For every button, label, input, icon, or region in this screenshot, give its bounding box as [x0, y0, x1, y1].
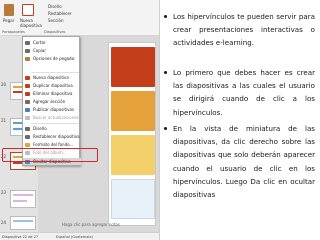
menu-item-check-updates: Buscar actualizaciones — [23, 114, 81, 121]
bullet-paragraph: Los hipervínculos te pueden servir para … — [164, 10, 315, 50]
context-menu: Cortar Copiar Opciones de pegado: Nueva … — [22, 36, 81, 166]
new-slide-icon — [25, 75, 30, 80]
background-icon — [25, 142, 30, 147]
slide-image — [111, 135, 155, 175]
menu-item-label: Cortar — [33, 40, 46, 45]
publish-icon — [25, 107, 30, 112]
delete-icon — [25, 91, 30, 96]
menu-item-layout[interactable]: Diseño — [23, 125, 81, 132]
scissors-icon — [25, 40, 30, 45]
thumbnail-slide[interactable] — [10, 216, 36, 230]
menu-item-label: Buscar actualizaciones — [33, 115, 79, 120]
new-slide-button[interactable]: Nueva diapositiva — [20, 18, 42, 28]
menu-item-add-section[interactable]: Agregar sección — [23, 98, 81, 105]
copy-icon — [25, 48, 30, 53]
menu-item-label: Eliminar diapositiva — [33, 91, 73, 96]
bullet-paragraph: En la vista de miniatura de las diaposit… — [164, 122, 315, 201]
bullet-paragraph: Lo primero que debes hacer es crear las … — [164, 66, 315, 119]
clipboard-icon — [25, 56, 30, 61]
bullet-dot — [164, 71, 167, 74]
duplicate-icon — [25, 83, 30, 88]
bullet-dot — [164, 127, 167, 130]
ribbon: Pegar Nueva diapositiva Diseño Restablec… — [0, 0, 159, 36]
menu-item-label: Diseño — [33, 126, 47, 131]
thumbnail-number: 20 — [1, 82, 7, 87]
thumbnail-number: 24 — [1, 220, 7, 225]
reset-icon — [25, 134, 30, 139]
new-slide-icon[interactable] — [22, 4, 34, 16]
menu-item-label: Formato del fondo... — [33, 142, 74, 147]
slide-canvas[interactable] — [108, 42, 156, 226]
menu-item-new-slide[interactable]: Nueva diapositiva — [23, 74, 81, 81]
status-bar: Diapositiva 22 de 27 Español (Guatemala) — [0, 232, 159, 240]
bullet-dot — [164, 15, 167, 18]
language-status: Español (Guatemala) — [56, 235, 93, 239]
section-button[interactable]: Sección — [48, 18, 64, 23]
menu-item-reset-slide[interactable]: Restablecer diapositiva — [23, 133, 81, 140]
menu-item-label: Publicar diapositivas — [33, 107, 75, 112]
menu-item-label: Nueva diapositiva — [33, 75, 69, 80]
thumbnail-number: 21 — [1, 118, 7, 123]
bullet-text: En la vista de miniatura de las diaposit… — [173, 124, 315, 200]
menu-item-format-background[interactable]: Formato del fondo... — [23, 141, 81, 148]
menu-item-delete-slide[interactable]: Eliminar diapositiva — [23, 90, 81, 97]
menu-separator — [31, 123, 79, 124]
menu-item-label: Agregar sección — [33, 99, 66, 104]
menu-separator — [31, 72, 79, 73]
slide-image — [111, 91, 155, 131]
refresh-icon — [25, 115, 30, 120]
menu-item-copy[interactable]: Copiar — [23, 47, 81, 54]
slide-image — [111, 47, 155, 87]
thumbnail-number: 23 — [1, 190, 7, 195]
menu-item-label: Duplicar diapositiva — [33, 83, 73, 88]
paste-icon[interactable] — [4, 4, 14, 16]
menu-item-duplicate-slide[interactable]: Duplicar diapositiva — [23, 82, 81, 89]
thumbnail-slide[interactable] — [10, 190, 36, 208]
highlight-annotation — [2, 148, 98, 162]
slide-count-status: Diapositiva 22 de 27 — [2, 235, 39, 239]
notes-placeholder[interactable]: Haga clic para agregar notas — [62, 222, 120, 227]
menu-item-label: Copiar — [33, 48, 46, 53]
powerpoint-screenshot: Pegar Nueva diapositiva Diseño Restablec… — [0, 0, 160, 240]
clipboard-group-label: Portapapeles — [2, 30, 25, 34]
menu-item-paste-options[interactable]: Opciones de pegado: — [23, 55, 81, 62]
layout-icon — [25, 126, 30, 131]
bullet-text: Lo primero que debes hacer es crear las … — [173, 68, 315, 117]
menu-item-label: Restablecer diapositiva — [33, 134, 80, 139]
menu-item-publish-slides[interactable]: Publicar diapositivas — [23, 106, 81, 113]
menu-item-label: Opciones de pegado: — [33, 56, 76, 61]
section-icon — [25, 99, 30, 104]
layout-button[interactable]: Diseño — [48, 4, 62, 9]
menu-item-cut[interactable]: Cortar — [23, 39, 81, 46]
paste-button[interactable]: Pegar — [3, 18, 14, 23]
slide-image — [111, 179, 155, 219]
slides-group-label: Diapositivas — [44, 30, 66, 34]
bullet-text: Los hipervínculos te pueden servir para … — [173, 12, 315, 48]
reset-button[interactable]: Restablecer — [48, 11, 72, 16]
instructions-column: Los hipervínculos te pueden servir para … — [160, 8, 320, 240]
